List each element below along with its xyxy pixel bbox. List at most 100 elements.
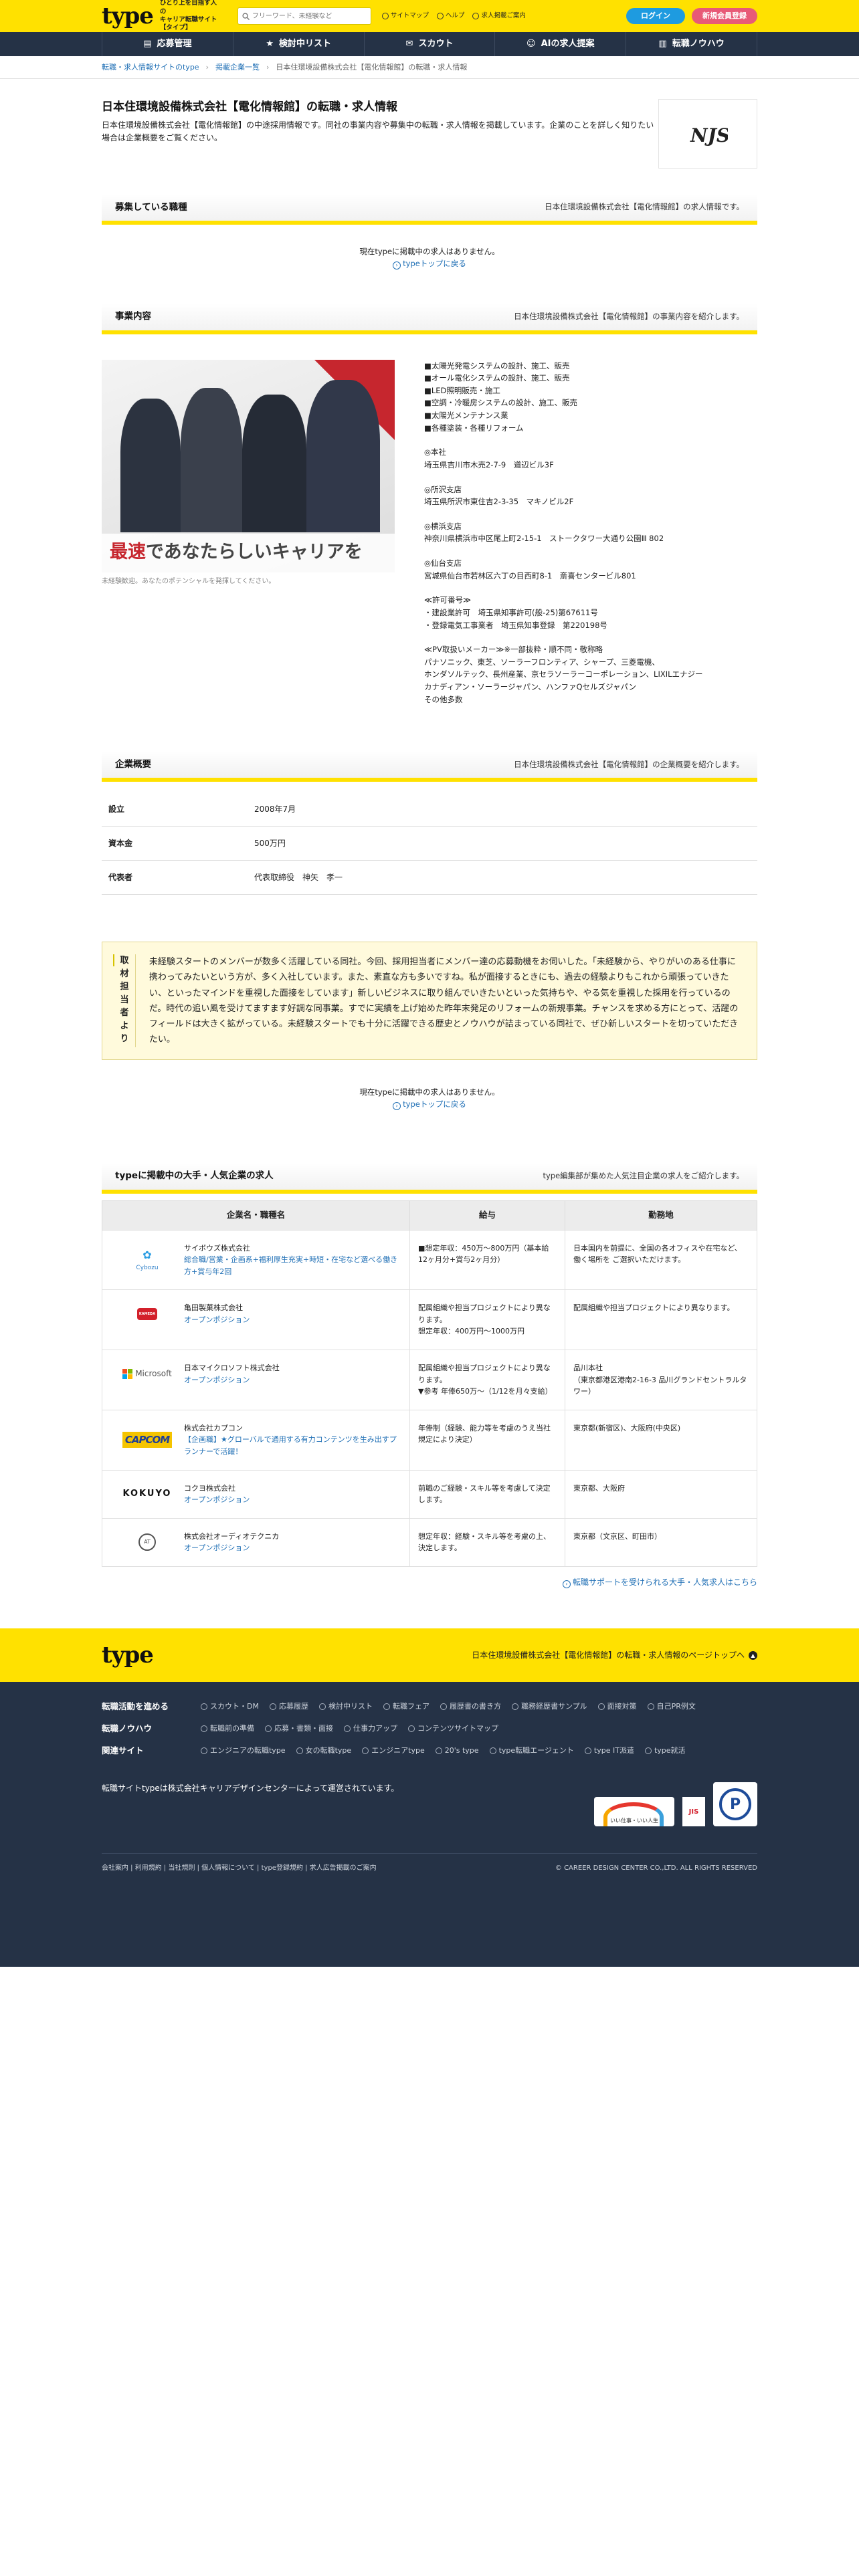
footer-link[interactable]: 転職フェア (383, 1701, 430, 1713)
microsoft-logo: Microsoft (122, 1368, 172, 1380)
breadcrumb-companies[interactable]: 掲載企業一覧 (215, 62, 260, 74)
footer-link[interactable]: type転職エージェント (489, 1745, 574, 1757)
business-line: ■各種塗装・各種リフォーム (424, 423, 524, 433)
footer-link[interactable]: 20's type (435, 1745, 479, 1757)
footer-link[interactable]: 検討中リスト (318, 1701, 373, 1713)
company-description: 日本住環境設備株式会社【電化情報館】の中途採用情報です。同社の事業内容や募集中の… (102, 120, 654, 143)
nav-watchlist[interactable]: ★ 検討中リスト (233, 32, 365, 56)
table-row[interactable]: Microsoft 日本マイクロソフト株式会社 オープンポジション 配属組織や担当プロ… (102, 1350, 757, 1410)
search-input[interactable] (252, 12, 366, 20)
job-title-link[interactable]: 総合職/営業・企画系+福利厚生充実+時短・在宅など選べる働き方+賞与年2回 (184, 1255, 397, 1276)
footer: 転職活動を進める スカウト・DM 応募履歴 検討中リスト 転職フェア 履歴書の書き方 職務経… (0, 1682, 859, 1967)
business-line: 宮城県仙台市若林区六丁の目西町8-1 斎喜センタービル801 (424, 570, 636, 580)
footer-link[interactable]: 女の転職type (296, 1745, 351, 1757)
business-line: ・建設業許可 埼玉県知事許可(般-25)第67611号 (424, 607, 598, 617)
site-logo[interactable]: type (102, 5, 154, 27)
table-row[interactable]: CAPCOM 株式会社カプコン【企画職】★グローバルで通用する有力コンテンツを生み… (102, 1409, 757, 1471)
chevron-icon (269, 1703, 276, 1711)
footer-link[interactable]: コンテンツサイトマップ (408, 1723, 498, 1735)
more-jobs-link[interactable]: › 転職サポートを受けられる大手・人気求人はこちら (102, 1576, 757, 1588)
job-title-link[interactable]: 【企画職】★グローバルで通用する有力コンテンツを生み出すプランナーで活躍！ (184, 1435, 397, 1456)
company-name: 日本マイクロソフト株式会社 (184, 1364, 280, 1373)
company-name: 株式会社オーディオテクニカ (184, 1531, 280, 1541)
footer-link[interactable]: エンジニアtype (362, 1745, 425, 1757)
business-line (424, 434, 703, 446)
footer-link[interactable]: 自己PR例文 (647, 1701, 696, 1713)
sitemap-link[interactable]: サイトマップ (381, 11, 429, 21)
footer-link[interactable]: 履歴書の書き方 (440, 1701, 501, 1713)
footer-link[interactable]: エンジニアの転職type (201, 1745, 286, 1757)
salary-cell: 配属組織や担当プロジェクトにより異なります。 想定年収：400万円〜1000万円 (409, 1289, 565, 1351)
footer-link[interactable]: 応募・書類・面接 (265, 1723, 333, 1735)
table-row[interactable]: KAMEDA 亀田製菓株式会社 オープンポジション 配属組織や担当プロジェクトにより異… (102, 1289, 757, 1351)
login-button[interactable]: ログイン (626, 7, 685, 25)
chevron-icon: › (393, 1102, 401, 1111)
operator-note: 転職サイトtypeは株式会社キャリアデザインセンターによって運営されています。 (102, 1784, 399, 1794)
footer-link[interactable]: type就活 (644, 1745, 686, 1757)
location-cell: 品川本社 （東京都港区港南2-16-3 品川グランドセントラルタワー） (565, 1350, 757, 1410)
chevron-icon (644, 1747, 652, 1754)
footer-link[interactable]: 面接対策 (597, 1701, 637, 1713)
chevron-icon (647, 1703, 654, 1711)
business-line (424, 545, 703, 557)
footer-links[interactable]: 会社案内 | 利用規約 | 当社規則 | 個人情報について | type登録規約… (102, 1863, 377, 1873)
register-button[interactable]: 新規会員登録 (692, 7, 757, 25)
footer-link[interactable]: type IT派遣 (584, 1745, 634, 1757)
salary-cell: 前職のご経験・スキル等を考慮して決定します。 (409, 1469, 565, 1519)
table-row[interactable]: AT 株式会社オーディオテクニカ オープンポジション 想定年収：経験・スキル等を考慮の… (102, 1517, 757, 1568)
footer-link-group: 転職活動を進める スカウト・DM 応募履歴 検討中リスト 転職フェア 履歴書の書き方 職務経… (102, 1701, 757, 1713)
footer-link[interactable]: 職務経歴書サンプル (511, 1701, 587, 1713)
page-title: 日本住環境設備株式会社【電化情報館】の転職・求人情報 (102, 100, 397, 114)
company-name: 亀田製菓株式会社 (184, 1303, 243, 1313)
chevron-icon (383, 1703, 390, 1711)
footer-link[interactable]: 応募履歴 (269, 1701, 308, 1713)
business-line: ■空調・冷暖房システムの設計、施工、販売 (424, 398, 578, 408)
help-link[interactable]: ヘルプ (436, 11, 464, 21)
table-row[interactable]: KOKUYO コクヨ株式会社 オープンポジション 前職のご経験・スキル等を考慮して決定… (102, 1469, 757, 1519)
business-line (424, 631, 703, 643)
nav-ai-proposal[interactable]: ☺ AIの求人提案 (495, 32, 627, 56)
business-line: パナソニック、東芝、ソーラーフロンティア、シャープ、三菱電機、 (424, 657, 660, 667)
job-title-link[interactable]: オープンポジション (184, 1315, 250, 1324)
job-title-link[interactable]: オープンポジション (184, 1543, 250, 1552)
svg-text:NJS: NJS (690, 124, 728, 146)
business-line: ■オール電化システムの設計、施工、販売 (424, 373, 570, 383)
breadcrumb-home[interactable]: 転職・求人情報サイトのtype (102, 62, 199, 74)
nav-scout[interactable]: ✉ スカウト (365, 32, 496, 56)
chevron-icon (489, 1747, 496, 1754)
company-header: 日本住環境設備株式会社【電化情報館】の転職・求人情報 日本住環境設備株式会社【電… (102, 99, 757, 169)
no-jobs-message: 現在typeに掲載中の求人はありません。 › typeトップに戻る (102, 246, 757, 270)
chevron-icon (584, 1747, 591, 1754)
business-line: ■LED照明販売・施工 (424, 385, 500, 395)
nav-applications[interactable]: ▤ 応募管理 (102, 32, 233, 56)
footer-link[interactable]: 仕事力アップ (344, 1723, 397, 1735)
salary-cell: 想定年収：経験・スキル等を考慮の上、決定します。 (409, 1517, 565, 1568)
footer-top: type 日本住環境設備株式会社【電化情報館】の転職・求人情報のページトップへ ▲ (0, 1628, 859, 1682)
rainbow-badge: いい仕事・いい人生 (594, 1797, 674, 1827)
company-name: 株式会社カプコン (184, 1423, 243, 1432)
location-cell: 東京都(新宿区)、大阪府(中央区) (565, 1409, 757, 1471)
chevron-icon (265, 1725, 272, 1733)
capcom-logo: CAPCOM (122, 1432, 173, 1448)
breadcrumb-current: 日本住環境設備株式会社【電化情報館】の転職・求人情報 (276, 62, 468, 72)
table-row[interactable]: ✿ Cybozu サイボウズ株式会社 総合職/営業・企画系+福利厚生充実+時短・在宅な… (102, 1229, 757, 1291)
footer-link[interactable]: スカウト・DM (201, 1701, 259, 1713)
footer-link[interactable]: 転職前の準備 (201, 1723, 254, 1735)
main-nav: ▤ 応募管理 ★ 検討中リスト ✉ スカウト ☺ AIの求人提案 ▥ 転職ノウハウ (0, 32, 859, 56)
back-to-top-link[interactable]: › typeトップに戻る (102, 258, 757, 270)
footer-logo[interactable]: type (102, 1644, 154, 1667)
site-header: type ひとり上を目指す人のキャリア転職サイト【タイプ】 サイトマップ ヘルプ… (0, 0, 859, 32)
column-header: 企業名・職種名 (102, 1200, 410, 1230)
nav-knowhow[interactable]: ▥ 転職ノウハウ (626, 32, 757, 56)
job-title-link[interactable]: オープンポジション (184, 1376, 250, 1384)
job-posting-link[interactable]: 求人掲載ご案内 (472, 11, 526, 21)
footer-link-group: 関連サイト エンジニアの転職type 女の転職type エンジニアtype 20's t… (102, 1745, 757, 1757)
business-line: ホンダソルテック、長州産業、京セラソーラーコーポレーション、LIXILエナジー (424, 669, 703, 679)
job-title-link[interactable]: オープンポジション (184, 1495, 250, 1504)
footer-group-title: 関連サイト (102, 1745, 144, 1755)
chevron-icon (440, 1703, 447, 1711)
back-to-top-link-2[interactable]: › typeトップに戻る (102, 1099, 757, 1111)
cybozu-logo: ✿ Cybozu (136, 1248, 159, 1272)
star-icon: ★ (266, 39, 274, 49)
page-top-link[interactable]: 日本住環境設備株式会社【電化情報館】の転職・求人情報のページトップへ ▲ (472, 1649, 757, 1661)
